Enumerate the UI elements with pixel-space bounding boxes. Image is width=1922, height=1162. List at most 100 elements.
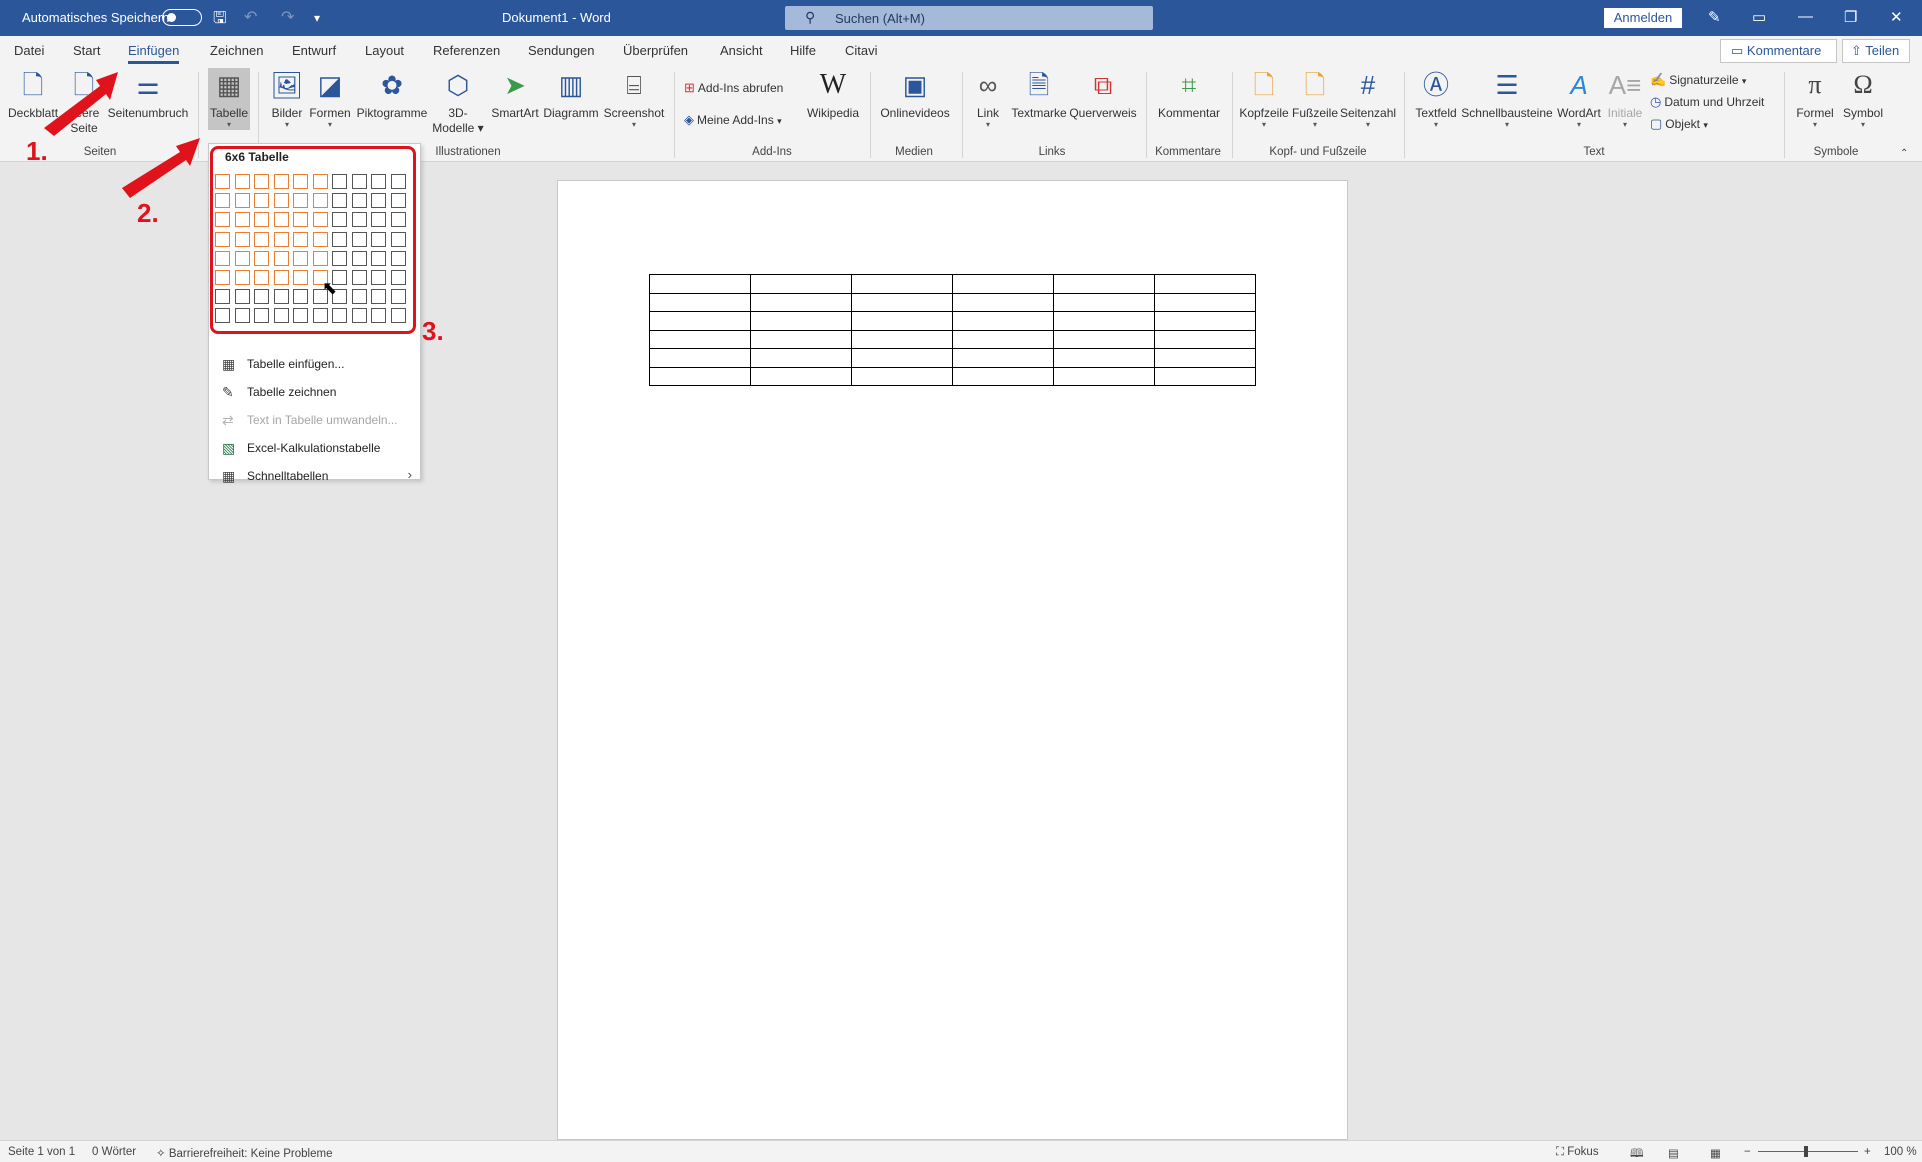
table-cell[interactable]	[952, 292, 1054, 312]
table-cell[interactable]	[649, 311, 751, 331]
table-cell[interactable]	[952, 311, 1054, 331]
objekt-button[interactable]: ▢ Objekt ▾	[1650, 116, 1708, 132]
dropdown-item[interactable]: ▦ Tabelle einfügen...	[209, 351, 420, 377]
symbol-button[interactable]: Ω Symbol ▾	[1838, 70, 1888, 129]
table-cell[interactable]	[750, 366, 852, 386]
tabelle-button[interactable]: ▦ Tabelle ▾	[208, 70, 250, 129]
table-cell[interactable]	[649, 329, 751, 349]
signin-button[interactable]: Anmelden	[1604, 8, 1682, 28]
autosave-toggle[interactable]	[162, 9, 202, 26]
zoom-level[interactable]: 100 %	[1884, 1146, 1917, 1158]
table-cell[interactable]	[649, 292, 751, 312]
wordart-button[interactable]: A WordArt ▾	[1554, 70, 1604, 129]
textfeld-button[interactable]: Ⓐ Textfeld ▾	[1412, 70, 1460, 129]
table-cell[interactable]	[1154, 311, 1256, 331]
signaturzeile-button[interactable]: ✍ Signaturzeile ▾	[1650, 72, 1746, 88]
tab-ueberpruefen[interactable]: Überprüfen	[623, 43, 688, 58]
table-cell[interactable]	[1053, 348, 1155, 368]
ribbon-display-icon[interactable]: ▭	[1752, 8, 1766, 26]
table-cell[interactable]	[851, 311, 953, 331]
tab-start[interactable]: Start	[73, 43, 100, 58]
addins-abrufen-button[interactable]: ⊞ Add-Ins abrufen	[684, 80, 783, 96]
accessibility-status[interactable]: ✧ Barrierefreiheit: Keine Probleme	[156, 1146, 332, 1160]
search-box[interactable]: ⚲ Suchen (Alt+M)	[785, 6, 1153, 30]
close-icon[interactable]: ✕	[1890, 8, 1903, 26]
tab-entwurf[interactable]: Entwurf	[292, 43, 336, 58]
onlinevideos-button[interactable]: ▣ Onlinevideos	[876, 70, 954, 121]
undo-icon[interactable]: ↶	[244, 7, 257, 27]
link-button[interactable]: ∞ Link ▾	[970, 70, 1006, 129]
redo-icon[interactable]: ↷	[281, 7, 294, 27]
customize-quick-access-icon[interactable]: ▾	[314, 11, 320, 25]
datum-uhrzeit-button[interactable]: ◷ Datum und Uhrzeit	[1650, 94, 1764, 110]
table-cell[interactable]	[750, 274, 852, 294]
table-cell[interactable]	[750, 329, 852, 349]
tab-sendungen[interactable]: Sendungen	[528, 43, 595, 58]
piktogramme-button[interactable]: ✿ Piktogramme	[354, 70, 430, 121]
share-button[interactable]: ⇧ Teilen	[1842, 39, 1910, 63]
table-cell[interactable]	[851, 329, 953, 349]
pen-icon[interactable]: ✎	[1708, 8, 1721, 26]
document-table[interactable]	[649, 274, 1256, 386]
seitenzahl-button[interactable]: # Seitenzahl ▾	[1340, 70, 1396, 129]
tab-hilfe[interactable]: Hilfe	[790, 43, 816, 58]
document-page[interactable]	[557, 180, 1348, 1140]
table-cell[interactable]	[851, 366, 953, 386]
dropdown-item[interactable]: ⇄ Text in Tabelle umwandeln...	[209, 407, 420, 433]
table-cell[interactable]	[1154, 274, 1256, 294]
deckblatt-button[interactable]: 🗋 Deckblatt	[8, 70, 58, 121]
comments-button[interactable]: ▭ Kommentare	[1720, 39, 1837, 63]
table-cell[interactable]	[649, 348, 751, 368]
table-cell[interactable]	[1053, 366, 1155, 386]
table-cell[interactable]	[1053, 274, 1155, 294]
table-cell[interactable]	[1154, 292, 1256, 312]
restore-icon[interactable]: ❐	[1844, 8, 1857, 26]
formel-button[interactable]: π Formel ▾	[1792, 70, 1838, 129]
table-cell[interactable]	[952, 366, 1054, 386]
save-icon[interactable]: 🖫	[213, 7, 227, 34]
fusszeile-button[interactable]: 🗋 Fußzeile ▾	[1292, 70, 1338, 129]
dropdown-item[interactable]: ▧ Excel-Kalkulationstabelle	[209, 435, 420, 461]
zoom-slider[interactable]	[1758, 1151, 1858, 1152]
leere-seite-button[interactable]: 🗋 Leere Seite	[62, 70, 106, 136]
table-cell[interactable]	[952, 329, 1054, 349]
meine-addins-button[interactable]: ◈ Meine Add-Ins ▾	[684, 112, 782, 128]
tab-zeichnen[interactable]: Zeichnen	[210, 43, 263, 58]
table-cell[interactable]	[851, 348, 953, 368]
table-cell[interactable]	[750, 311, 852, 331]
word-count[interactable]: 0 Wörter	[92, 1146, 136, 1158]
tab-referenzen[interactable]: Referenzen	[433, 43, 500, 58]
table-cell[interactable]	[1053, 292, 1155, 312]
focus-button[interactable]: ⛶ Fokus	[1556, 1146, 1599, 1159]
querverweis-button[interactable]: ⧉ Querverweis	[1068, 70, 1138, 121]
print-layout-icon[interactable]: ▤	[1668, 1146, 1679, 1160]
kopfzeile-button[interactable]: 🗋 Kopfzeile ▾	[1238, 70, 1290, 129]
dropdown-item[interactable]: ✎ Tabelle zeichnen	[209, 379, 420, 405]
tab-citavi[interactable]: Citavi	[845, 43, 878, 58]
tab-einfuegen[interactable]: Einfügen	[128, 43, 180, 64]
table-cell[interactable]	[1154, 329, 1256, 349]
table-cell[interactable]	[851, 292, 953, 312]
zoom-in-icon[interactable]: +	[1864, 1146, 1871, 1158]
page-count[interactable]: Seite 1 von 1	[8, 1146, 75, 1158]
table-cell[interactable]	[750, 292, 852, 312]
dropdown-item[interactable]: ▦ Schnelltabellen ›	[209, 463, 420, 489]
table-cell[interactable]	[1154, 348, 1256, 368]
textmarke-button[interactable]: 🗎 Textmarke	[1010, 70, 1068, 121]
tab-ansicht[interactable]: Ansicht	[720, 43, 763, 58]
minimize-icon[interactable]: —	[1798, 8, 1813, 25]
kommentar-button[interactable]: ⌗ Kommentar	[1154, 70, 1224, 121]
initiale-button[interactable]: A≡ Initiale ▾	[1604, 70, 1646, 129]
seitenumbruch-button[interactable]: ⚌ Seitenumbruch	[106, 70, 190, 121]
table-cell[interactable]	[851, 274, 953, 294]
zoom-out-icon[interactable]: −	[1744, 1146, 1751, 1158]
zoom-slider-knob[interactable]	[1804, 1146, 1808, 1157]
bilder-button[interactable]: 🖼 Bilder ▾	[268, 70, 306, 129]
table-cell[interactable]	[649, 274, 751, 294]
smartart-button[interactable]: ➤ SmartArt	[488, 70, 542, 121]
formen-button[interactable]: ◪ Formen ▾	[308, 70, 352, 129]
table-cell[interactable]	[649, 366, 751, 386]
read-mode-icon[interactable]: 🕮	[1630, 1146, 1644, 1162]
web-layout-icon[interactable]: ▦	[1710, 1146, 1721, 1160]
table-cell[interactable]	[1154, 366, 1256, 386]
